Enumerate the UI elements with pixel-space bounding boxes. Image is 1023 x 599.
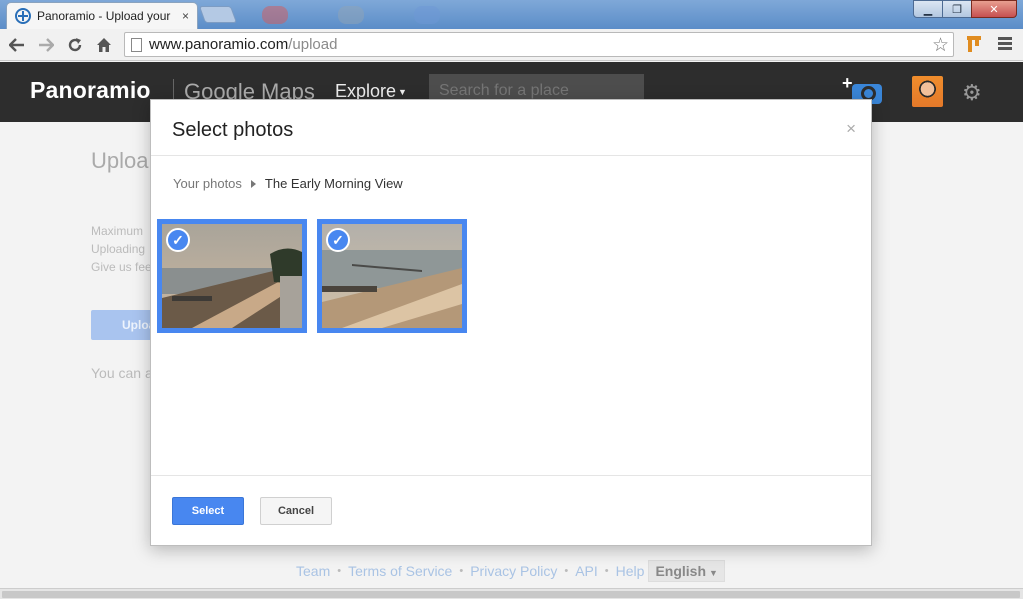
panoramio-logo[interactable]: Panoramio <box>30 77 151 104</box>
caret-down-icon: ▼ <box>398 87 407 98</box>
window-controls: ▁ ❐ ✕ <box>913 0 1017 18</box>
select-button[interactable]: Select <box>172 497 244 525</box>
footer-link-api[interactable]: API <box>575 563 598 579</box>
horizontal-scrollbar[interactable] <box>0 588 1023 599</box>
browser-titlebar: Panoramio - Upload your × ▁ ❐ ✕ <box>0 0 1023 29</box>
info-line: Give us fee <box>91 260 152 274</box>
bookmark-star-icon[interactable]: ☆ <box>932 34 949 57</box>
scrollbar-thumb[interactable] <box>2 591 1020 598</box>
explore-label: Explore <box>335 81 397 101</box>
divider <box>151 475 871 476</box>
footer-link-terms[interactable]: Terms of Service <box>348 563 452 579</box>
checkmark-icon: ✓ <box>326 228 350 252</box>
plus-icon: + <box>842 73 853 93</box>
footer-separator: • <box>564 565 569 577</box>
close-window-button[interactable]: ✕ <box>971 0 1017 18</box>
select-photos-dialog: Select photos × Your photos The Early Mo… <box>150 99 872 546</box>
home-icon[interactable] <box>92 33 116 57</box>
back-arrow-icon[interactable] <box>5 33 29 57</box>
photo-thumbnail[interactable]: ✓ <box>317 219 467 333</box>
tab-close-icon[interactable]: × <box>182 9 189 23</box>
checkmark-icon: ✓ <box>166 228 190 252</box>
language-label: English <box>655 563 706 579</box>
cancel-button[interactable]: Cancel <box>260 497 332 525</box>
page-icon <box>131 37 142 52</box>
url-host: www.panoramio.com <box>149 36 289 53</box>
footer-separator: • <box>604 565 609 577</box>
divider <box>151 155 871 156</box>
breadcrumb-album: The Early Morning View <box>264 176 403 191</box>
footer-link-team[interactable]: Team <box>296 563 330 579</box>
footer-link-privacy[interactable]: Privacy Policy <box>470 563 557 579</box>
new-tab-button[interactable] <box>198 6 238 23</box>
info-line: Uploading <box>91 242 146 256</box>
info-text: You can a <box>91 365 153 381</box>
browser-tab[interactable]: Panoramio - Upload your × <box>6 2 198 29</box>
extension-icon[interactable] <box>965 34 983 54</box>
browser-menu-icon[interactable] <box>998 37 1012 51</box>
close-icon[interactable]: × <box>846 119 856 139</box>
photo-thumbnail[interactable]: ✓ <box>157 219 307 333</box>
footer-separator: • <box>337 565 342 577</box>
breadcrumb-your-photos[interactable]: Your photos <box>173 176 242 191</box>
breadcrumb: Your photos The Early Morning View <box>173 176 403 191</box>
footer-link-help[interactable]: Help <box>616 563 645 579</box>
forward-arrow-icon[interactable] <box>34 33 58 57</box>
page-title: Uploa <box>91 148 149 173</box>
user-avatar[interactable] <box>912 76 943 107</box>
address-bar[interactable]: www.panoramio.com/upload ☆ <box>124 32 954 57</box>
language-selector[interactable]: English ▼ <box>648 560 725 582</box>
chevron-right-icon <box>250 179 256 188</box>
minimize-button[interactable]: ▁ <box>913 0 943 18</box>
footer-separator: • <box>459 565 464 577</box>
maximize-button[interactable]: ❐ <box>942 0 972 18</box>
url-path: /upload <box>288 36 338 53</box>
taskbar-blur-icon <box>414 6 440 24</box>
browser-toolbar: www.panoramio.com/upload ☆ <box>0 29 1023 61</box>
taskbar-blur-icon <box>338 6 364 24</box>
info-line: Maximum <box>91 224 144 238</box>
panoramio-favicon-icon <box>15 8 31 24</box>
gear-icon[interactable]: ⚙ <box>962 80 982 106</box>
tab-title: Panoramio - Upload your <box>37 9 171 23</box>
footer: Team • Terms of Service • Privacy Policy… <box>296 559 725 583</box>
taskbar-blur-icon <box>262 6 288 24</box>
dialog-title: Select photos <box>172 119 294 141</box>
reload-icon[interactable] <box>63 33 87 57</box>
caret-down-icon: ▼ <box>709 568 718 578</box>
